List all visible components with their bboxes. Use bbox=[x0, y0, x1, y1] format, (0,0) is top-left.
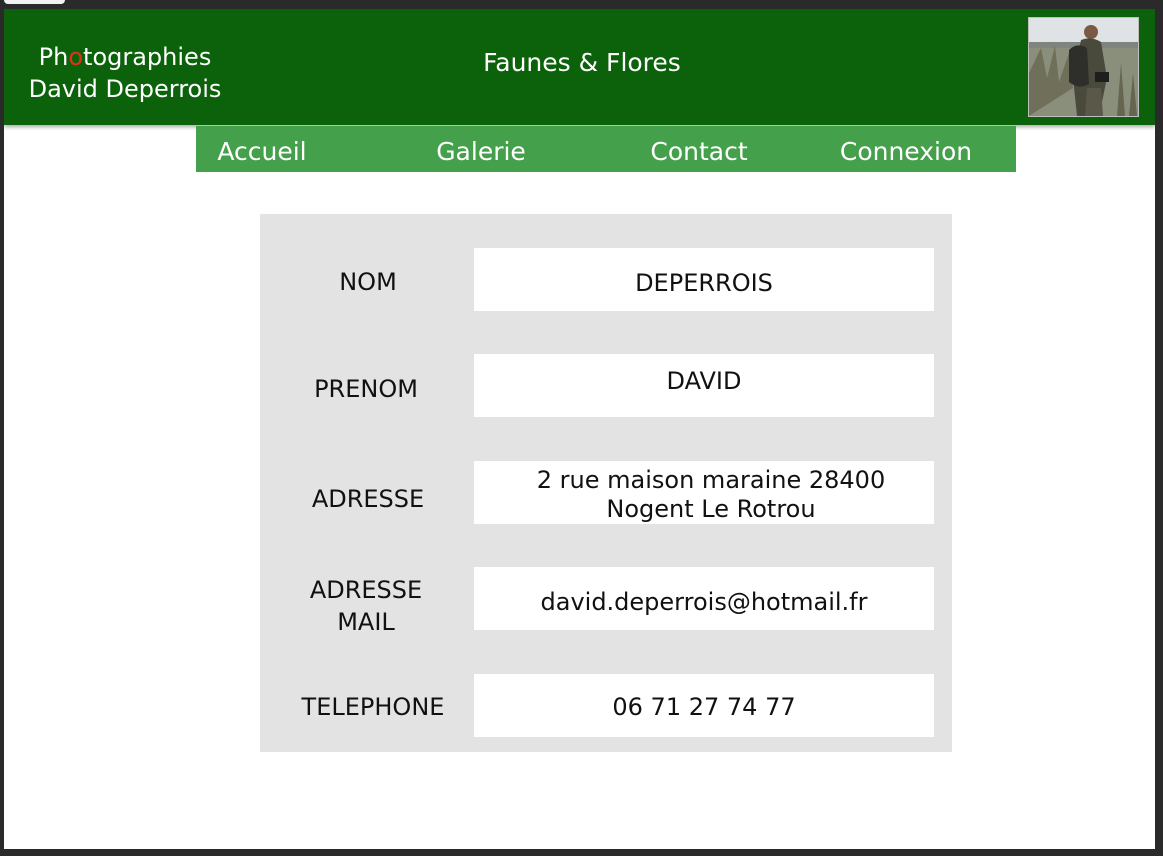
profile-card: NOM DEPERROIS PRENOM DAVID ADRESSE 2 rue… bbox=[260, 214, 952, 752]
brand-line-2: David Deperrois bbox=[28, 75, 222, 103]
field-label-nom: NOM bbox=[339, 268, 397, 296]
site-header: Photographies David Deperrois Faunes & F… bbox=[4, 9, 1155, 125]
field-label-adresse-mail: ADRESSE MAIL bbox=[309, 576, 423, 636]
main-nav: Accueil Galerie Contact Connexion bbox=[196, 126, 1016, 172]
brand-logo-text[interactable]: Photographies David Deperrois bbox=[18, 41, 232, 105]
site-title: Faunes & Flores bbox=[483, 48, 681, 77]
nav-item-galerie[interactable]: Galerie bbox=[416, 126, 546, 172]
field-label-telephone: TELEPHONE bbox=[301, 693, 445, 721]
nav-item-contact[interactable]: Contact bbox=[634, 126, 764, 172]
brand-line-1: Photographies bbox=[38, 43, 212, 71]
field-value-nom[interactable]: DEPERROIS bbox=[474, 248, 934, 311]
field-label-prenom: PRENOM bbox=[314, 375, 418, 403]
field-value-adresse[interactable]: 2 rue maison maraine 28400 Nogent Le Rot… bbox=[474, 461, 934, 524]
brand-accent-letter: o bbox=[68, 43, 84, 71]
window-tab bbox=[4, 0, 65, 4]
field-value-telephone[interactable]: 06 71 27 74 77 bbox=[474, 674, 934, 737]
field-value-adresse-mail[interactable]: david.deperrois@hotmail.fr bbox=[474, 567, 934, 630]
nav-item-accueil[interactable]: Accueil bbox=[196, 126, 328, 172]
page-frame: Photographies David Deperrois Faunes & F… bbox=[4, 9, 1155, 849]
field-label-adresse: ADRESSE bbox=[311, 485, 425, 513]
avatar[interactable] bbox=[1028, 17, 1139, 117]
field-value-prenom[interactable]: DAVID bbox=[474, 354, 934, 417]
photographer-photo bbox=[1029, 18, 1138, 116]
nav-item-connexion[interactable]: Connexion bbox=[836, 126, 976, 172]
